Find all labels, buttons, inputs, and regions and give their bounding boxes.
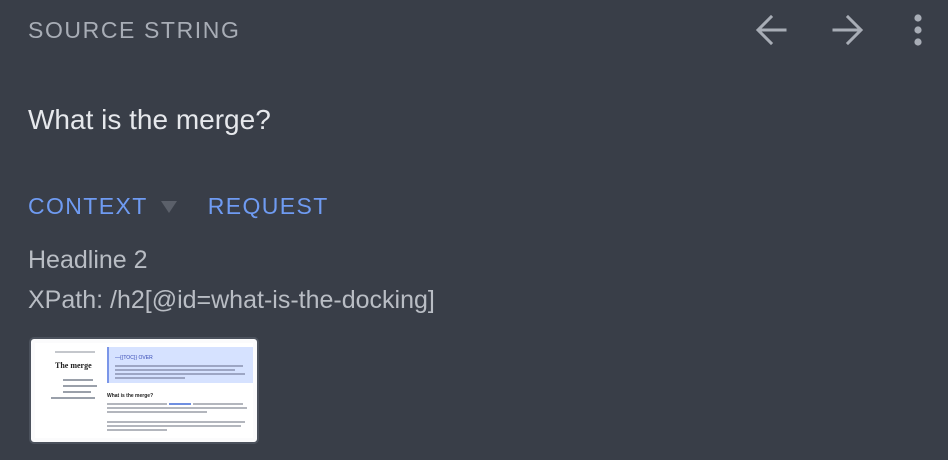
thumbnail-title: The merge bbox=[55, 361, 92, 370]
next-button[interactable] bbox=[828, 10, 868, 50]
context-headline: Headline 2 bbox=[28, 246, 148, 274]
arrow-left-icon bbox=[755, 14, 787, 46]
previous-button[interactable] bbox=[751, 10, 791, 50]
context-xpath: XPath: /h2[@id=what-is-the-docking] bbox=[28, 286, 435, 314]
tab-request[interactable]: REQUEST bbox=[208, 192, 329, 220]
thumbnail-section-heading: What is the merge? bbox=[107, 393, 154, 399]
panel-header-label: SOURCE STRING bbox=[28, 17, 241, 43]
tab-context-label: CONTEXT bbox=[28, 193, 148, 219]
panel-toolbar bbox=[751, 10, 930, 50]
thumbnail-callout-title: —{{TOC}} OVER bbox=[115, 355, 153, 361]
thumbnail-content: —{{TOC}} OVER What is the merge? bbox=[107, 347, 253, 435]
dropdown-caret-icon bbox=[160, 201, 177, 213]
context-screenshot-thumbnail[interactable]: The merge —{{TOC}} OVER What is the merg… bbox=[29, 337, 259, 444]
source-string-panel: SOURCE STRING What is the merge? CONTEXT bbox=[0, 0, 948, 460]
source-string-text: What is the merge? bbox=[28, 104, 271, 135]
more-options-button[interactable] bbox=[906, 10, 930, 50]
thumbnail-sidebar: The merge bbox=[37, 345, 101, 437]
thumbnail-page: The merge —{{TOC}} OVER What is the merg… bbox=[35, 343, 253, 438]
arrow-right-icon bbox=[832, 14, 864, 46]
context-tabs: CONTEXT REQUEST bbox=[28, 192, 329, 220]
more-vertical-icon bbox=[914, 14, 922, 46]
tab-context[interactable]: CONTEXT bbox=[28, 192, 178, 220]
thumbnail-callout: —{{TOC}} OVER bbox=[107, 347, 253, 383]
